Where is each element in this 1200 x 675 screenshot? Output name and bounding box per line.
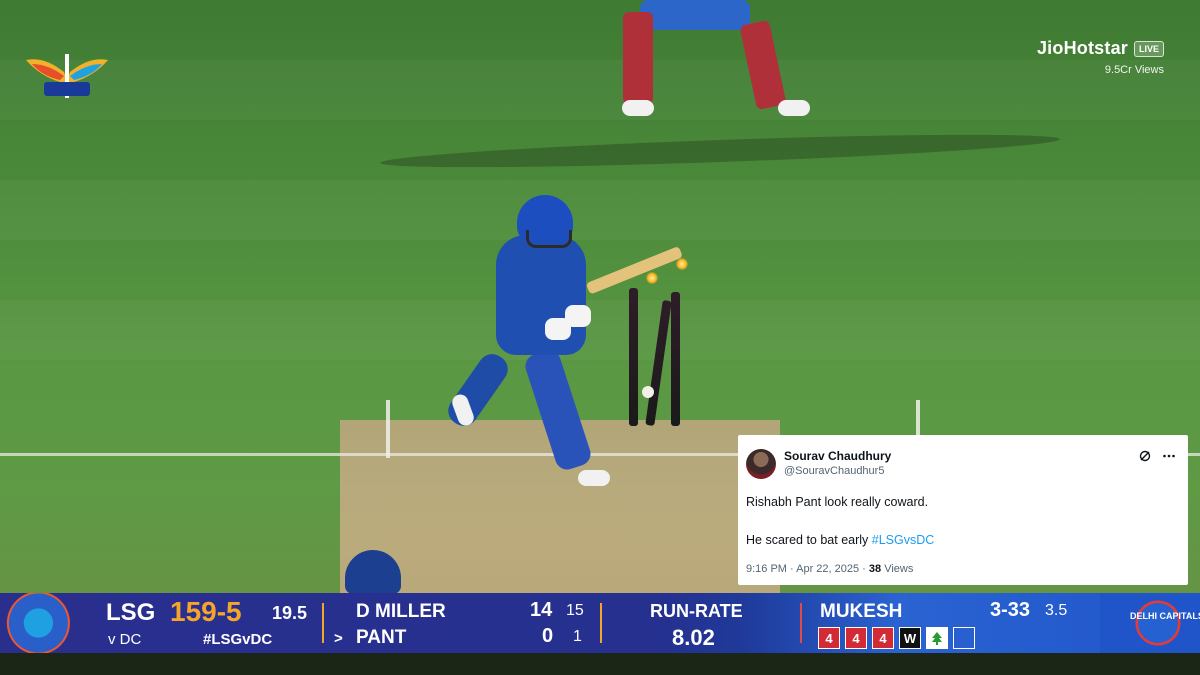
more-icon[interactable] [1162,449,1176,463]
bail-light [646,272,658,284]
tweet-views-count: 38 [868,563,882,575]
match-hashtag: #LSGvDC [203,631,273,648]
batter-runs: 14 [530,599,553,621]
bowler-name: MUKESH [820,601,903,622]
grok-icon[interactable] [1138,449,1152,463]
team-score: 159-5 [170,596,242,627]
grass-stripe [0,180,1200,240]
avatar[interactable] [746,449,776,479]
bowler-overs: 3.5 [1045,602,1068,619]
batter-name: PANT [356,627,407,648]
on-strike-marker-icon: > [334,630,343,647]
brand-name: JioHotstar [1036,38,1128,58]
lsg-logo-icon [26,54,108,98]
dc-badge-text: DELHI CAPITALS [1130,611,1200,621]
batter-balls: 1 [573,628,582,645]
tweet-timestamp[interactable]: 9:16 PM · Apr 22, 2025 · [746,563,869,575]
stump [671,292,680,426]
view-count: 9.5Cr Views [1104,64,1164,76]
frame-bottom [0,653,1200,675]
lsg-badge-icon [0,593,96,653]
shadow [379,128,1061,174]
run-rate-label: RUN-RATE [650,601,743,621]
tweet-author-name[interactable]: Sourav Chaudhury [784,449,1130,463]
tweet-views-label: Views [881,563,914,575]
bail-light [676,258,688,270]
batting-team: LSG [106,599,156,626]
ball-outcome [953,627,975,649]
dot-ball-tree-icon [926,627,948,649]
ball-outcome: W [899,627,921,649]
overs: 19.5 [272,603,308,623]
batter-name: D MILLER [356,601,446,622]
tweet-body: Rishabh Pant look really coward. He scar… [746,495,1176,548]
tweet-meta: 9:16 PM · Apr 22, 2025 · 38 Views [746,563,913,575]
opponent-label: v DC [108,631,142,648]
tweet-line: Rishabh Pant look really coward. [746,495,929,509]
return-crease-left [386,400,390,458]
ball-outcome: 4 [818,627,840,649]
grass-stripe [0,300,1200,360]
divider [600,603,602,643]
tweet-card[interactable]: Sourav Chaudhury @SouravChaudhur5 Rishab… [738,435,1188,585]
hashtag-link[interactable]: #LSGvsDC [872,533,935,547]
ball-outcome: 4 [845,627,867,649]
broadcaster-watermark: JioHotstar LIVE 9.5Cr Views [1037,38,1164,76]
divider [322,603,324,643]
batter-runs: 0 [542,625,554,647]
ball-outcome: 4 [872,627,894,649]
this-over: 4 4 4 W [818,627,975,649]
live-badge: LIVE [1133,40,1164,57]
broadcast-frame: JioHotstar LIVE 9.5Cr Views Sourav Chaud… [0,0,1200,675]
cricket-ball [642,386,654,398]
stump [629,288,638,426]
scoreboard: LSG 159-5 19.5 v DC #LSGvDC D MILLER 1 4 … [0,593,1200,653]
tweet-text: He scared to bat early [746,532,872,547]
divider [800,603,802,643]
bowler-figures: 3-33 [990,599,1031,621]
dc-badge-icon: DELHI CAPITALS [1100,593,1200,653]
tweet-line: He scared to bat early #LSGvsDC [746,533,1176,549]
run-rate-value: 8.02 [672,625,715,650]
tweet-handle[interactable]: @SouravChaudhur5 [784,465,1130,477]
grass-stripe [0,60,1200,120]
batter-balls: 15 [566,602,584,619]
